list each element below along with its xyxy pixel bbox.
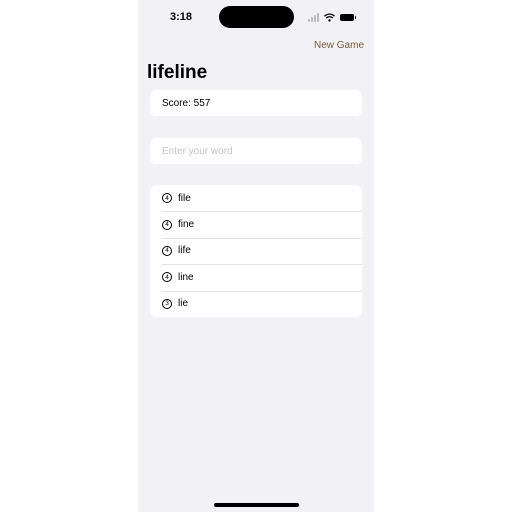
list-item: 4 life — [150, 237, 362, 264]
battery-icon — [340, 13, 356, 21]
list-item: 4 fine — [150, 211, 362, 237]
list-item: 3 lie — [150, 290, 362, 317]
cellular-signal-icon — [308, 12, 319, 22]
word-label: file — [178, 192, 191, 204]
word-label: line — [178, 271, 194, 283]
word-label: lie — [178, 298, 189, 310]
dynamic-island — [219, 6, 294, 28]
word-input-card[interactable] — [150, 138, 362, 164]
word-label: life — [178, 245, 191, 257]
score-card: Score: 557 — [150, 90, 362, 116]
wifi-icon — [324, 12, 335, 22]
score-label: Score: 557 — [162, 97, 211, 109]
phone-screen: 3:18 New Game lifeline Score: 557 4 file… — [138, 0, 374, 512]
home-indicator[interactable] — [214, 503, 299, 507]
new-game-button[interactable]: New Game — [314, 40, 364, 51]
list-item: 4 file — [150, 185, 362, 211]
circled-number-icon: 3 — [162, 298, 172, 309]
circled-number-icon: 4 — [162, 219, 172, 230]
list-item: 4 line — [150, 264, 362, 290]
circled-number-icon: 4 — [162, 272, 172, 283]
word-input[interactable] — [162, 145, 352, 157]
status-time: 3:18 — [170, 11, 193, 23]
status-icons — [308, 11, 356, 23]
page-title: lifeline — [147, 62, 208, 83]
circled-number-icon: 4 — [162, 245, 172, 256]
word-list: 4 file 4 fine 4 life 4 line 3 lie — [150, 185, 362, 317]
circled-number-icon: 4 — [162, 193, 172, 204]
word-label: fine — [178, 219, 195, 231]
